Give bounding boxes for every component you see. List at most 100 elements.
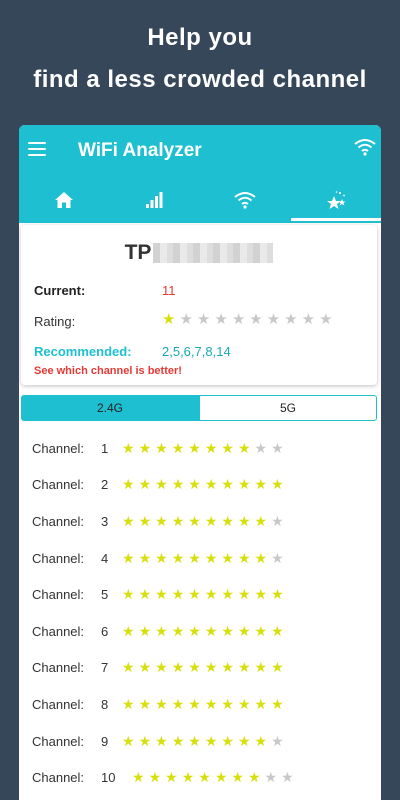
star-filled-icon: ★: [271, 476, 288, 493]
star-filled-icon: ★: [204, 476, 222, 493]
star-filled-icon: ★: [155, 512, 172, 529]
star-filled-icon: ★: [188, 732, 205, 749]
star-empty-icon: ★: [179, 311, 197, 328]
stars-icon: [326, 191, 346, 209]
tab-channel-rating[interactable]: [290, 177, 382, 223]
star-filled-icon: ★: [204, 622, 222, 639]
star-filled-icon: ★: [171, 476, 189, 493]
star-filled-icon: ★: [237, 476, 255, 493]
star-filled-icon: ★: [214, 769, 232, 786]
ssid-text: TP: [124, 241, 152, 264]
star-filled-icon: ★: [138, 549, 156, 566]
star-filled-icon: ★: [254, 512, 272, 529]
star-filled-icon: ★: [221, 586, 238, 603]
channel-label: Channel:: [32, 440, 85, 456]
star-filled-icon: ★: [155, 695, 172, 712]
see-better-link[interactable]: See which channel is better!: [34, 365, 182, 377]
channel-number: 7: [101, 660, 109, 676]
tab-signal[interactable]: [110, 177, 201, 223]
star-filled-icon: ★: [188, 695, 205, 712]
star-empty-icon: ★: [266, 311, 285, 328]
current-network-card: TP Current: 11 Rating: ★★★★★★★★★★ Recomm…: [21, 225, 377, 385]
channel-number: 2: [101, 477, 109, 493]
star-filled-icon: ★: [271, 659, 288, 676]
channel-label: Channel:: [32, 623, 85, 639]
star-filled-icon: ★: [254, 549, 272, 566]
star-filled-icon: ★: [162, 311, 180, 328]
star-empty-icon: ★: [284, 311, 302, 328]
channel-row: Channel: 4 ★★★★★★★★★★: [19, 540, 381, 577]
channel-row: Channel: 1 ★★★★★★★★★★: [19, 430, 381, 467]
star-filled-icon: ★: [171, 732, 189, 749]
star-filled-icon: ★: [138, 695, 156, 712]
star-empty-icon: ★: [319, 311, 337, 328]
tab-wifi[interactable]: [200, 177, 291, 223]
star-filled-icon: ★: [138, 439, 156, 456]
channel-row: Channel: 2 ★★★★★★★★★★: [19, 467, 381, 504]
star-empty-icon: ★: [271, 439, 288, 456]
recommended-channels: 2,5,6,7,8,14: [162, 344, 231, 359]
star-filled-icon: ★: [155, 659, 172, 676]
channel-number: 8: [101, 696, 109, 712]
channel-label: Channel:: [32, 550, 85, 566]
band-selector: 2.4G 5G: [21, 395, 377, 421]
star-filled-icon: ★: [155, 586, 172, 603]
channel-rating-stars: ★★★★★★★★★★: [122, 659, 288, 676]
channel-rating-stars: ★★★★★★★★★★: [122, 733, 288, 750]
channel-number: 5: [101, 587, 109, 603]
star-filled-icon: ★: [254, 732, 272, 749]
star-empty-icon: ★: [271, 732, 288, 749]
star-filled-icon: ★: [254, 622, 272, 639]
star-filled-icon: ★: [237, 549, 255, 566]
channel-number: 4: [101, 550, 109, 566]
star-empty-icon: ★: [214, 311, 232, 328]
channel-label: Channel:: [32, 733, 85, 749]
star-filled-icon: ★: [155, 732, 172, 749]
star-filled-icon: ★: [221, 476, 238, 493]
star-filled-icon: ★: [148, 769, 166, 786]
channel-label: Channel:: [32, 770, 85, 786]
star-filled-icon: ★: [237, 439, 255, 456]
channel-label: Channel:: [32, 587, 85, 603]
star-filled-icon: ★: [122, 586, 139, 603]
star-filled-icon: ★: [198, 769, 215, 786]
channel-rating-stars: ★★★★★★★★★★: [122, 550, 288, 567]
wifi-status-icon[interactable]: [354, 138, 376, 161]
star-filled-icon: ★: [271, 586, 288, 603]
star-filled-icon: ★: [188, 512, 205, 529]
app-screen: WiFi Analyzer TP Current: 11 Rating: ★★★…: [19, 125, 381, 800]
star-filled-icon: ★: [188, 659, 205, 676]
channel-row: Channel: 7 ★★★★★★★★★★: [19, 650, 381, 687]
star-filled-icon: ★: [188, 476, 205, 493]
channel-row: Channel: 6 ★★★★★★★★★★: [19, 613, 381, 650]
star-empty-icon: ★: [254, 439, 272, 456]
rating-stars: ★★★★★★★★★★: [162, 310, 337, 328]
star-filled-icon: ★: [221, 659, 238, 676]
channel-number: 9: [101, 733, 109, 749]
app-bar: WiFi Analyzer: [19, 125, 381, 223]
star-empty-icon: ★: [249, 311, 267, 328]
star-filled-icon: ★: [138, 732, 156, 749]
star-filled-icon: ★: [138, 659, 156, 676]
channel-label: Channel:: [32, 513, 85, 529]
channel-label: Channel:: [32, 696, 85, 712]
star-filled-icon: ★: [122, 549, 139, 566]
channel-number: 6: [101, 623, 109, 639]
band-5g-button[interactable]: 5G: [199, 395, 377, 421]
tab-home[interactable]: [19, 177, 110, 223]
star-filled-icon: ★: [132, 769, 149, 786]
star-filled-icon: ★: [221, 695, 238, 712]
star-filled-icon: ★: [204, 732, 222, 749]
band-2-4g-button[interactable]: 2.4G: [21, 395, 199, 421]
channel-number: 3: [101, 513, 109, 529]
star-filled-icon: ★: [122, 659, 139, 676]
channel-rating-stars: ★★★★★★★★★★: [122, 513, 288, 530]
star-filled-icon: ★: [204, 512, 222, 529]
star-filled-icon: ★: [204, 695, 222, 712]
star-empty-icon: ★: [271, 549, 288, 566]
network-ssid: TP: [21, 241, 377, 265]
channel-rating-list: Channel: 1 ★★★★★★★★★★ Channel: 2 ★★★★★★★★★★ Ch…: [19, 430, 381, 796]
hamburger-menu-icon[interactable]: [28, 142, 46, 156]
channel-row: Channel: 10 ★★★★★★★★★★: [19, 759, 381, 796]
star-filled-icon: ★: [254, 695, 272, 712]
